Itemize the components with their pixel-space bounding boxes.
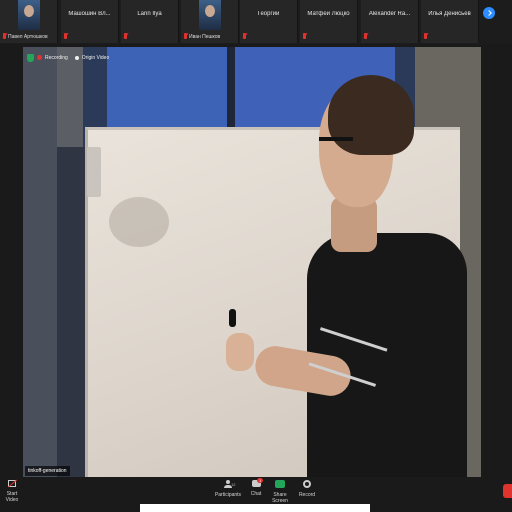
record-button[interactable]: Record — [298, 480, 316, 504]
participants-button[interactable]: 12 Participants — [214, 480, 242, 504]
participants-label: Participants — [214, 492, 242, 498]
chat-label: Chat — [250, 491, 262, 497]
main-video-stage: Recording Origin Video tinkoff-generatio… — [23, 47, 481, 477]
bottom-white-bar — [140, 504, 370, 512]
participant-strip: Павел Артюшков Машошин Вл... Larin Ilya Ива… — [0, 0, 512, 44]
recording-status: Recording Origin Video — [27, 53, 109, 62]
video-off-icon — [8, 480, 16, 487]
left-column — [57, 147, 87, 477]
participant-photo — [198, 0, 221, 30]
participant-name: Alexander Ra... — [368, 11, 411, 17]
participant-caption: Иван Пешков — [189, 34, 221, 40]
origin-dot-icon — [74, 55, 79, 60]
presenter-hair — [328, 75, 414, 155]
participant-caption: Павел Артюшков — [8, 34, 48, 40]
whiteboard-clip — [87, 147, 101, 197]
mic-muted-icon — [64, 33, 67, 39]
mic-muted-icon — [124, 33, 127, 39]
share-screen-icon — [275, 480, 285, 488]
mic-muted-icon — [424, 33, 427, 39]
participant-tile[interactable]: Георгий — [240, 0, 298, 43]
chat-badge: 1 — [257, 478, 264, 483]
participant-name: Георгий — [257, 11, 280, 17]
share-screen-button[interactable]: Share Screen — [266, 480, 294, 504]
participant-name: Машошин Вл... — [68, 11, 111, 17]
participant-photo — [17, 0, 40, 30]
record-icon — [303, 480, 311, 488]
participant-name: Илья Денисьев — [428, 11, 471, 17]
marker — [229, 309, 236, 327]
recording-dot-icon — [37, 55, 42, 60]
window-pane-left — [107, 47, 227, 137]
start-video-label: Start Video — [5, 491, 19, 503]
left-wall — [23, 47, 57, 477]
end-meeting-button[interactable] — [503, 484, 512, 498]
mic-muted-icon — [303, 33, 306, 39]
participant-name: Матфей Люцко — [307, 11, 350, 17]
record-label: Record — [298, 492, 316, 498]
share-screen-label: Share Screen — [272, 492, 288, 504]
participant-tile[interactable]: Павел Артюшков — [0, 0, 58, 43]
chat-button[interactable]: 1 Chat — [247, 478, 265, 504]
participant-name: Larin Ilya — [137, 11, 162, 17]
participant-tile[interactable]: Матфей Люцко — [300, 0, 358, 43]
next-page-chevron-right-icon[interactable] — [483, 7, 495, 19]
mic-muted-icon — [243, 33, 246, 39]
video-owner-label: tinkoff-generation — [25, 466, 70, 476]
mic-muted-icon — [3, 33, 6, 39]
participant-tile[interactable]: Машошин Вл... — [61, 0, 119, 43]
mic-muted-icon — [184, 33, 187, 39]
presenter-glasses — [319, 137, 353, 141]
participant-tile[interactable]: Larin Ilya — [121, 0, 179, 43]
origin-video-label[interactable]: Origin Video — [82, 55, 109, 61]
recording-label: Recording — [45, 54, 68, 61]
meeting-toolbar: Start Video 12 Participants 1 Chat Share… — [0, 478, 512, 504]
participant-tile[interactable]: Иван Пешков — [181, 0, 239, 43]
start-video-button[interactable]: Start Video — [2, 480, 22, 504]
participant-tile[interactable]: Илья Денисьев — [421, 0, 479, 43]
presenter-hand — [226, 333, 254, 371]
shield-icon — [27, 53, 34, 62]
participant-tile[interactable]: Alexander Ra... — [361, 0, 419, 43]
participants-count: 12 — [231, 482, 236, 487]
mic-muted-icon — [364, 33, 367, 39]
whiteboard-smudge — [109, 197, 169, 247]
